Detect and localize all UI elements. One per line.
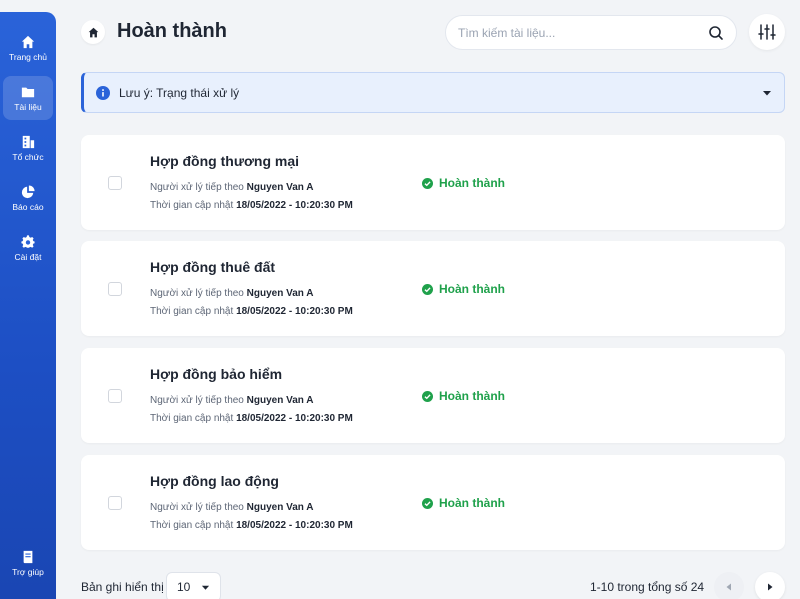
page-size-label: Bản ghi hiển thị xyxy=(81,580,164,594)
page-size-select[interactable]: 10 xyxy=(166,572,221,599)
chevron-left-icon xyxy=(726,583,731,591)
sidebar-item-settings[interactable]: Cài đặt xyxy=(3,226,53,270)
document-title: Hợp đồng thuê đất xyxy=(150,259,276,275)
sidebar-item-help[interactable]: Trợ giúp xyxy=(3,541,53,585)
page-size-value: 10 xyxy=(177,580,191,594)
document-card[interactable]: Hợp đồng bảo hiểm Người xử lý tiếp theo … xyxy=(81,348,785,443)
search-box xyxy=(445,15,737,50)
document-handler: Người xử lý tiếp theo Nguyen Van A xyxy=(150,502,314,513)
sidebar-item-label: Trợ giúp xyxy=(12,566,44,577)
status-badge: Hoàn thành xyxy=(422,176,505,190)
document-updated: Thời gian cập nhật 18/05/2022 - 10:20:30… xyxy=(150,306,353,317)
document-handler: Người xử lý tiếp theo Nguyen Van A xyxy=(150,182,314,193)
notice-text: Lưu ý: Trạng thái xử lý xyxy=(119,85,240,100)
breadcrumb-home-button[interactable] xyxy=(81,20,105,44)
select-checkbox[interactable] xyxy=(108,389,122,403)
document-updated: Thời gian cập nhật 18/05/2022 - 10:20:30… xyxy=(150,520,353,531)
sidebar-item-reports[interactable]: Báo cáo xyxy=(3,176,53,220)
status-notice[interactable]: Lưu ý: Trạng thái xử lý xyxy=(81,72,785,113)
home-icon xyxy=(21,35,35,48)
document-handler: Người xử lý tiếp theo Nguyen Van A xyxy=(150,395,314,406)
check-circle-icon xyxy=(422,390,433,402)
search-input[interactable] xyxy=(458,25,708,40)
pagination-range: 1-10 trong tổng số 24 xyxy=(590,580,705,594)
building-icon xyxy=(22,135,35,148)
document-card[interactable]: Hợp đồng thuê đất Người xử lý tiếp theo … xyxy=(81,241,785,336)
search-icon[interactable] xyxy=(708,25,724,41)
sidebar-item-label: Trang chủ xyxy=(9,51,47,62)
sidebar-item-label: Tài liệu xyxy=(14,101,42,112)
document-title: Hợp đồng bảo hiểm xyxy=(150,366,283,382)
check-circle-icon xyxy=(422,177,433,189)
book-icon xyxy=(23,550,33,563)
filter-button[interactable] xyxy=(749,14,785,50)
document-title: Hợp đồng thương mại xyxy=(150,153,300,169)
chevron-right-icon xyxy=(768,583,773,591)
select-checkbox[interactable] xyxy=(108,282,122,296)
info-icon xyxy=(96,85,110,100)
sidebar-item-organization[interactable]: Tổ chức xyxy=(3,126,53,170)
document-title: Hợp đồng lao động xyxy=(150,473,279,489)
document-updated: Thời gian cập nhật 18/05/2022 - 10:20:30… xyxy=(150,413,353,424)
sidebar-item-label: Tổ chức xyxy=(12,151,44,162)
status-badge: Hoàn thành xyxy=(422,389,505,403)
caret-down-icon xyxy=(201,585,210,590)
sidebar-item-documents[interactable]: Tài liệu xyxy=(3,76,53,120)
gear-icon xyxy=(21,234,35,248)
previous-page-button[interactable] xyxy=(714,572,744,599)
document-card[interactable]: Hợp đồng lao động Người xử lý tiếp theo … xyxy=(81,455,785,550)
sidebar-item-home[interactable]: Trang chủ xyxy=(3,26,53,70)
select-checkbox[interactable] xyxy=(108,496,122,510)
select-checkbox[interactable] xyxy=(108,176,122,190)
sidebar: Trang chủ Tài liệu Tổ chức Báo cáo Cài đ… xyxy=(0,12,56,599)
document-updated: Thời gian cập nhật 18/05/2022 - 10:20:30… xyxy=(150,200,353,211)
document-card[interactable]: Hợp đồng thương mại Người xử lý tiếp the… xyxy=(81,135,785,230)
check-circle-icon xyxy=(422,283,433,295)
home-icon xyxy=(88,27,98,37)
document-handler: Người xử lý tiếp theo Nguyen Van A xyxy=(150,288,314,299)
caret-down-icon[interactable] xyxy=(762,88,772,98)
next-page-button[interactable] xyxy=(755,572,785,599)
sidebar-item-label: Báo cáo xyxy=(12,201,44,212)
sidebar-item-label: Cài đặt xyxy=(14,251,42,262)
page-title: Hoàn thành xyxy=(117,20,227,42)
pie-chart-icon xyxy=(21,184,35,198)
status-badge: Hoàn thành xyxy=(422,282,505,296)
folder-icon xyxy=(21,87,35,97)
check-circle-icon xyxy=(422,497,433,509)
sliders-icon xyxy=(758,24,776,40)
status-badge: Hoàn thành xyxy=(422,496,505,510)
